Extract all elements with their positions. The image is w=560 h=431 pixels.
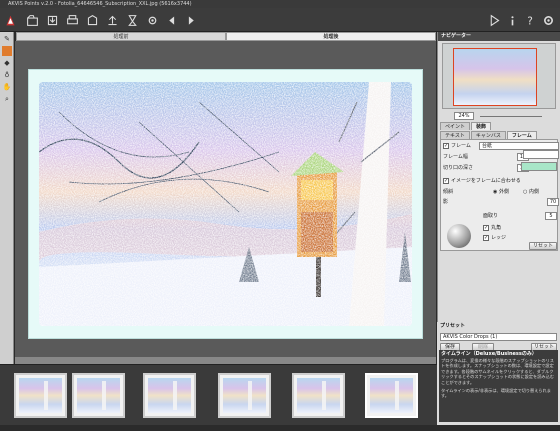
- frame-settings: ✓フレーム 台紙 フレーム幅 15 切り口の深さ 10 ✓イメージをフレームに合…: [440, 139, 559, 251]
- photo-frame: [28, 69, 423, 339]
- svg-text:?: ?: [527, 15, 533, 26]
- history-brush-icon[interactable]: ♁: [2, 70, 12, 80]
- bevel-label: 傾斜: [443, 189, 454, 195]
- tab-paint[interactable]: ペイント: [440, 122, 471, 130]
- timeline-thumb[interactable]: [218, 373, 271, 418]
- zoom-icon[interactable]: ⌕: [2, 94, 12, 104]
- preset-header: プリセット: [437, 322, 560, 331]
- surface-input[interactable]: 5: [545, 212, 557, 220]
- canvas-scrollbar[interactable]: [15, 357, 436, 364]
- outer-label: 外側: [498, 189, 509, 195]
- timeline-thumb[interactable]: [143, 373, 196, 418]
- preset-title: プリセット: [440, 323, 466, 329]
- save-icon[interactable]: [44, 12, 60, 28]
- upload-icon[interactable]: [104, 12, 120, 28]
- timeline-filmstrip: [0, 364, 437, 425]
- tab-frame[interactable]: フレーム: [506, 131, 537, 139]
- frame-checkbox[interactable]: ✓: [443, 142, 449, 149]
- frame-color-swatch[interactable]: [523, 150, 559, 159]
- help-panel: タイムライン（Deluxe/Businessのみ） プログラムは、変換の様々な段…: [439, 350, 558, 422]
- preferences-icon[interactable]: [540, 12, 556, 28]
- forward-icon[interactable]: [182, 12, 198, 28]
- frame-width-label: フレーム幅: [443, 154, 468, 160]
- window-title: AKVIS Points v.2.0 - Fotolia_64646546_Su…: [0, 0, 560, 8]
- navigator-header: ナビゲーター: [438, 32, 560, 41]
- preset-select[interactable]: AKVIS Color Drops (1): [440, 333, 557, 341]
- navigator-preview[interactable]: [442, 43, 556, 109]
- timeline-thumb[interactable]: [292, 373, 345, 418]
- frame-style-select[interactable]: 台紙: [479, 142, 559, 150]
- tab-text[interactable]: テキスト: [440, 131, 470, 139]
- help-footer: タイムラインの表示/非表示は、環境設定で切り替えられます。: [441, 387, 551, 399]
- share-icon[interactable]: [84, 12, 100, 28]
- brush-icon[interactable]: ✎: [2, 34, 12, 44]
- hand-icon[interactable]: ✋: [2, 82, 12, 92]
- zoom-field[interactable]: 24%: [454, 112, 474, 120]
- print-icon[interactable]: [64, 12, 80, 28]
- image-canvas[interactable]: [15, 41, 436, 364]
- shadow-label: 影: [443, 199, 449, 205]
- open-icon[interactable]: [24, 12, 40, 28]
- eraser-icon[interactable]: ◆: [2, 58, 12, 68]
- tab-decoration[interactable]: 装飾: [471, 122, 492, 130]
- round-label: 丸角: [491, 225, 502, 231]
- zoom-row: 24%: [442, 111, 556, 121]
- navigator-viewport[interactable]: [453, 48, 537, 106]
- main-toolbar: ?: [0, 8, 560, 32]
- shadow-input[interactable]: 70: [547, 198, 559, 206]
- edge-checkbox[interactable]: ✓: [483, 234, 489, 241]
- preset-panel: プリセット AKVIS Color Drops (1) 保存 削除 リセット タ…: [437, 322, 560, 425]
- help-text: プログラムは、変換の様々な段階のスナップショットのリストを作成します。スナップシ…: [441, 357, 554, 385]
- timeline-thumb[interactable]: [14, 373, 67, 418]
- round-checkbox[interactable]: ✓: [483, 224, 489, 231]
- tab-after[interactable]: 処理後: [226, 32, 436, 41]
- tool-panel: ✎ ◆ ♁ ✋ ⌕: [0, 32, 14, 398]
- back-icon[interactable]: [164, 12, 180, 28]
- fit-checkbox[interactable]: ✓: [443, 177, 449, 184]
- light-direction-knob[interactable]: [447, 224, 471, 248]
- help-icon[interactable]: ?: [522, 12, 538, 28]
- outer-radio[interactable]: ◉ 外側: [493, 188, 509, 197]
- inner-radio[interactable]: ○ 内側: [523, 188, 539, 197]
- cut-color-swatch[interactable]: [521, 162, 557, 171]
- fit-label: イメージをフレームに合わせる: [451, 178, 521, 184]
- edge-label: レッジ: [491, 235, 507, 241]
- settings-icon[interactable]: [144, 12, 160, 28]
- surface-label: 面取り: [483, 213, 499, 219]
- timeline-thumb[interactable]: [72, 373, 125, 418]
- tab-canvas[interactable]: キャンバス: [470, 131, 506, 139]
- color-swatch[interactable]: [2, 46, 12, 56]
- batch-icon[interactable]: [124, 12, 140, 28]
- frame-label: フレーム: [451, 143, 471, 149]
- frame-reset-button[interactable]: リセット: [529, 242, 557, 250]
- timeline-thumb-selected[interactable]: [365, 373, 418, 418]
- navigator-title: ナビゲーター: [441, 33, 472, 39]
- info-icon[interactable]: [504, 12, 520, 28]
- processed-photo: [39, 82, 412, 326]
- run-icon[interactable]: [486, 12, 502, 28]
- cut-depth-label: 切り口の深さ: [443, 165, 474, 171]
- zoom-slider[interactable]: [480, 116, 542, 117]
- inner-label: 内側: [528, 189, 539, 195]
- logo-icon: [2, 12, 18, 28]
- tab-before[interactable]: 処理前: [16, 32, 226, 41]
